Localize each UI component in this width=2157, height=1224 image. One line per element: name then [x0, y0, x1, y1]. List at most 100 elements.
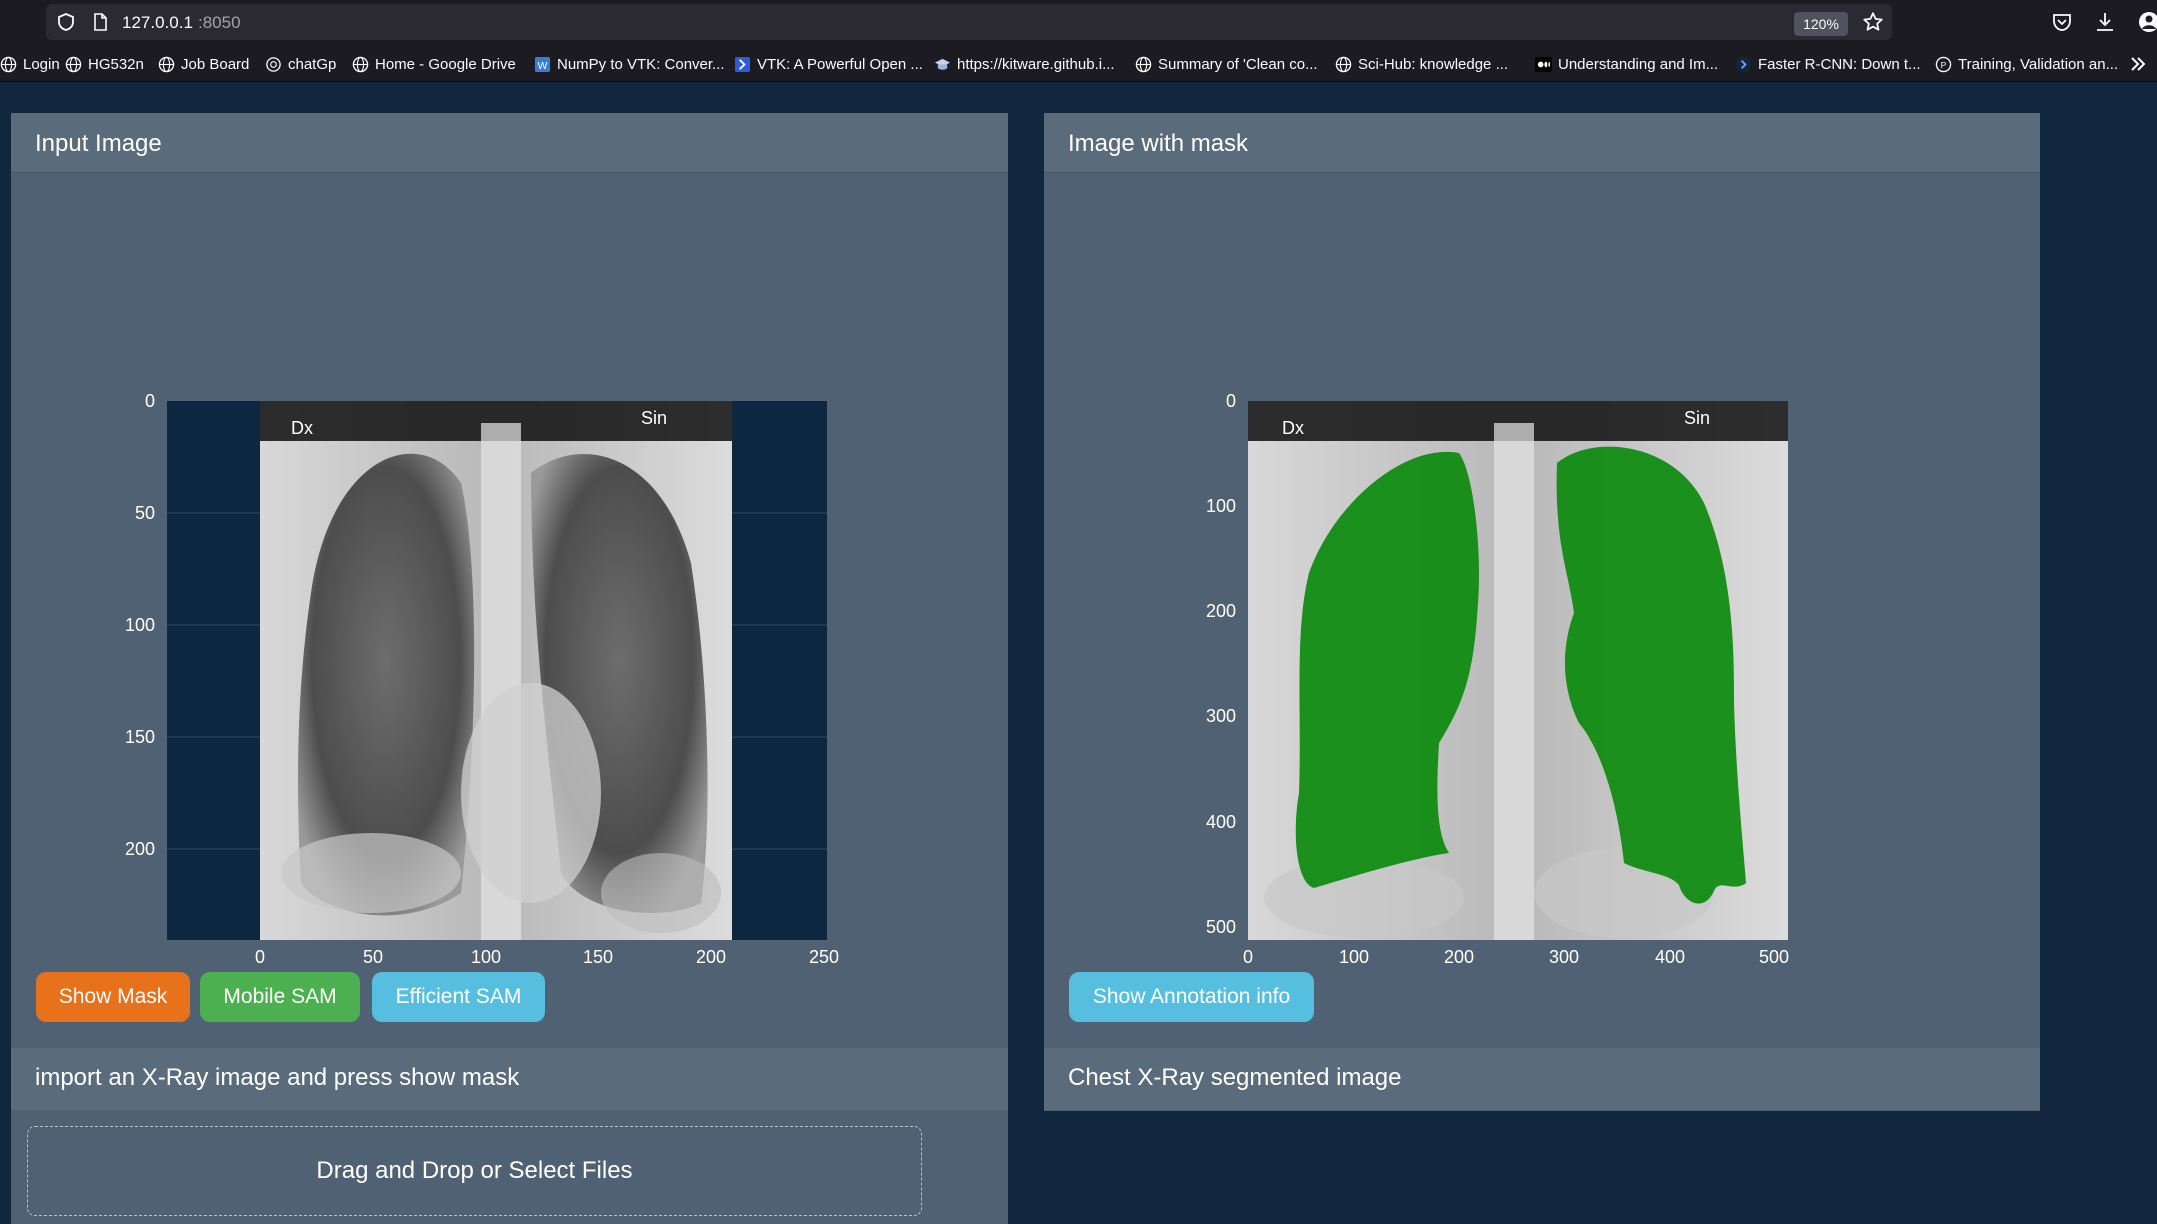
y-tick-label: 100 [1206, 496, 1236, 516]
bookmark-job-board[interactable]: Job Board [158, 54, 249, 74]
efficient-sam-button[interactable]: Efficient SAM [372, 972, 545, 1022]
bookmark-login[interactable]: Login [0, 54, 60, 74]
y-tick-label: 0 [145, 391, 155, 411]
file-upload-dropzone[interactable]: Drag and Drop or Select Files [27, 1126, 922, 1216]
bookmark-label: Understanding and Im... [1558, 55, 1719, 73]
url-port[interactable]: :8050 [198, 13, 241, 33]
xray-image: Dx Sin [260, 401, 732, 940]
bookmark-sci-hub[interactable]: Sci-Hub: knowledge ... [1335, 54, 1508, 74]
y-tick-label: 400 [1206, 812, 1236, 832]
image-label-sin: Sin [641, 408, 667, 428]
openai-icon [266, 56, 281, 72]
url-host[interactable]: 127.0.0.1 [122, 13, 193, 33]
image-label-dx: Dx [291, 418, 313, 438]
bookmark-faster-rcnn[interactable]: Faster R-CNN: Down t... [1735, 54, 1921, 74]
bookmark-clean-code[interactable]: Summary of 'Clean co... [1135, 54, 1318, 74]
image-label-dx: Dx [1282, 418, 1304, 438]
bookmark-numpy-vtk[interactable]: W NumPy to VTK: Conver... [534, 54, 725, 74]
bookmark-label: Login [23, 55, 60, 73]
y-tick-label: 50 [135, 503, 155, 523]
bookmark-label: Job Board [181, 55, 250, 73]
bookmark-label: Sci-Hub: knowledge ... [1358, 55, 1509, 73]
x-tick-label: 200 [1444, 947, 1474, 967]
browser-toolbar: 127.0.0.1 :8050 120% [0, 0, 2157, 44]
svg-text:P: P [1941, 59, 1947, 69]
bookmark-chatgp[interactable]: chatGp [265, 54, 336, 74]
show-annotation-info-button[interactable]: Show Annotation info [1069, 972, 1314, 1022]
zoom-level-badge[interactable]: 120% [1794, 12, 1848, 36]
download-icon[interactable] [2093, 10, 2117, 34]
bookmark-label: NumPy to VTK: Conver... [557, 55, 725, 73]
image-label-sin: Sin [1684, 408, 1710, 428]
panel-title: Input Image [35, 130, 162, 157]
footer-text: import an X-Ray image and press show mas… [35, 1064, 520, 1091]
x-tick-label: 500 [1759, 947, 1789, 967]
globe-icon [1335, 56, 1352, 72]
x-tick-label: 150 [583, 947, 613, 967]
input-image-chart[interactable]: Dx Sin 0 50 100 150 200 0 50 100 150 200… [101, 273, 871, 973]
masked-image-panel: Image with mask Dx Sin 0 100 200 300 400 [1044, 113, 2040, 1111]
globe-icon [1135, 56, 1152, 72]
bookmark-label: Home - Google Drive [375, 55, 516, 73]
y-tick-label: 200 [125, 839, 155, 859]
bookmark-label: Training, Validation an... [1958, 55, 2119, 73]
bookmark-label: VTK: A Powerful Open ... [757, 55, 923, 73]
y-axis: 0 50 100 150 200 [125, 391, 155, 859]
input-image-panel: Input Image Dx Sin 0 50 100 150 200 0 50… [11, 113, 1008, 1224]
panel-footer: import an X-Ray image and press show mas… [11, 1048, 1008, 1110]
x-tick-label: 200 [696, 947, 726, 967]
graduation-cap-icon [934, 58, 951, 70]
globe-icon [0, 56, 17, 72]
globe-icon [352, 56, 369, 72]
globe-icon [65, 56, 82, 72]
vtk-icon [734, 56, 751, 72]
shield-icon[interactable] [56, 12, 76, 32]
medium-icon [1535, 56, 1552, 72]
footer-text: Chest X-Ray segmented image [1068, 1064, 1402, 1091]
y-tick-label: 200 [1206, 601, 1236, 621]
x-tick-label: 0 [1243, 947, 1253, 967]
x-tick-label: 250 [809, 947, 839, 967]
y-tick-label: 500 [1206, 917, 1236, 937]
bookmarks-toolbar: Login HG532n Job Board chatGp Home - Goo… [0, 44, 2157, 82]
arrow-icon [1735, 56, 1752, 72]
bookmark-hg532n[interactable]: HG532n [65, 54, 144, 74]
bookmark-star-icon[interactable] [1862, 11, 1884, 33]
y-tick-label: 0 [1226, 391, 1236, 411]
bookmark-understanding[interactable]: Understanding and Im... [1535, 54, 1718, 74]
account-icon[interactable] [2137, 10, 2157, 34]
y-tick-label: 100 [125, 615, 155, 635]
y-tick-label: 300 [1206, 706, 1236, 726]
bookmark-training-validation[interactable]: P Training, Validation an... [1935, 54, 2118, 74]
x-axis: 0 100 200 300 400 500 [1243, 947, 1789, 967]
y-axis: 0 100 200 300 400 500 [1206, 391, 1236, 937]
x-tick-label: 100 [471, 947, 501, 967]
bookmark-label: HG532n [88, 55, 144, 73]
panel-header: Input Image [11, 113, 1008, 173]
bookmark-label: https://kitware.github.i... [957, 55, 1115, 73]
chevron-double-right-icon[interactable] [2128, 54, 2148, 74]
pocket-icon[interactable] [2050, 10, 2074, 34]
x-tick-label: 400 [1655, 947, 1685, 967]
panel-title: Image with mask [1068, 130, 1249, 157]
show-mask-button[interactable]: Show Mask [36, 972, 190, 1022]
x-tick-label: 0 [255, 947, 265, 967]
x-tick-label: 300 [1549, 947, 1579, 967]
bookmark-label: Summary of 'Clean co... [1158, 55, 1318, 73]
x-axis: 0 50 100 150 200 250 [255, 947, 839, 967]
panel-header: Image with mask [1044, 113, 2040, 173]
y-tick-label: 150 [125, 727, 155, 747]
bookmark-vtk[interactable]: VTK: A Powerful Open ... [734, 54, 923, 74]
panel-footer: Chest X-Ray segmented image [1044, 1048, 2040, 1110]
masked-image-chart[interactable]: Dx Sin 0 100 200 300 400 500 0 100 200 3… [1174, 273, 1864, 973]
bookmark-label: Faster R-CNN: Down t... [1758, 55, 1921, 73]
mobile-sam-button[interactable]: Mobile SAM [200, 972, 360, 1022]
bookmark-kitware[interactable]: https://kitware.github.i... [934, 54, 1115, 74]
bookmark-google-drive[interactable]: Home - Google Drive [352, 54, 516, 74]
upload-label: Drag and Drop or Select Files [316, 1157, 633, 1184]
bookmark-label: chatGp [288, 55, 337, 73]
globe-icon [158, 56, 175, 72]
circle-p-icon: P [1935, 56, 1952, 72]
address-bar[interactable]: 127.0.0.1 :8050 120% [46, 4, 1892, 40]
wordpress-icon: W [534, 56, 551, 72]
